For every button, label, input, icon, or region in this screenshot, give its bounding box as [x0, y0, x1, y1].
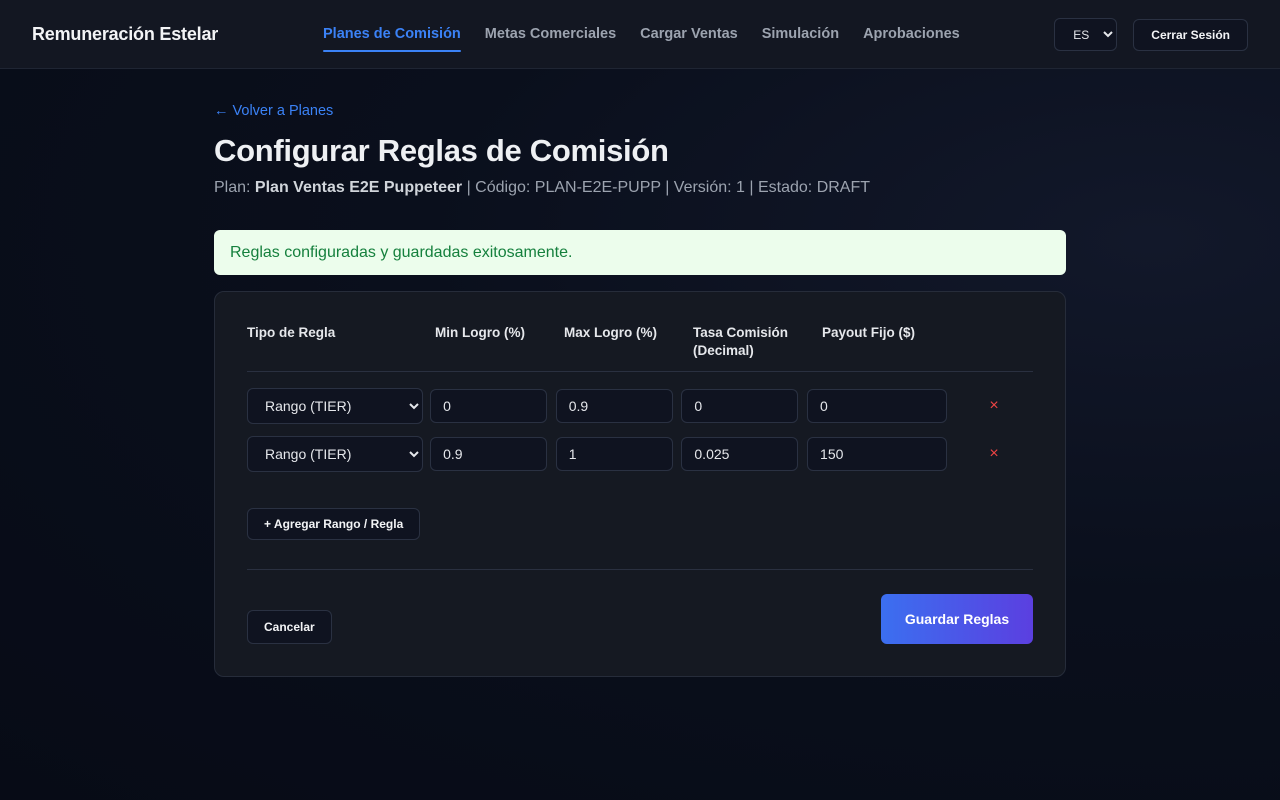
- table-row: Rango (TIER) ×: [247, 382, 1033, 430]
- page-title: Configurar Reglas de Comisión: [214, 133, 669, 168]
- plan-name: Plan Ventas E2E Puppeteer: [254, 179, 463, 196]
- header-fixed-payout: Payout Fijo ($): [822, 325, 916, 340]
- plan-prefix: Plan:: [214, 179, 255, 196]
- card-divider: [247, 569, 1033, 570]
- max-achievement-input[interactable]: [555, 437, 673, 471]
- brand-title: Remuneración Estelar: [32, 23, 219, 44]
- success-alert: Reglas configuradas y guardadas exitosam…: [214, 230, 1066, 275]
- header-commission-rate: Tasa Comisión (Decimal): [693, 325, 789, 358]
- main-content: ← Volver a Planes Configurar Reglas de C…: [214, 102, 1066, 677]
- nav-link-cargar-ventas[interactable]: Cargar Ventas: [640, 0, 738, 68]
- plan-meta: | Código: PLAN-E2E-PUPP | Versión: 1 | E…: [462, 179, 871, 196]
- plan-subtitle: Plan: Plan Ventas E2E Puppeteer | Código…: [214, 179, 1066, 197]
- top-navbar: Remuneración Estelar Planes de Comisión …: [0, 0, 1280, 69]
- add-rule-button[interactable]: + Agregar Rango / Regla: [247, 508, 421, 540]
- header-rule-type: Tipo de Regla: [247, 325, 336, 340]
- fixed-payout-input[interactable]: [807, 437, 948, 471]
- max-achievement-input[interactable]: [555, 389, 673, 423]
- cancel-button[interactable]: Cancelar: [247, 610, 332, 644]
- rules-table-header: Tipo de Regla Min Logro (%) Max Logro (%…: [247, 324, 1033, 372]
- rules-card: Tipo de Regla Min Logro (%) Max Logro (%…: [214, 291, 1066, 677]
- header-min-achievement: Min Logro (%): [435, 325, 525, 340]
- min-achievement-input[interactable]: [430, 437, 548, 471]
- language-select[interactable]: ES: [1054, 18, 1118, 51]
- remove-row-icon[interactable]: ×: [955, 397, 1033, 415]
- fixed-payout-input[interactable]: [807, 389, 948, 423]
- nav-link-planes[interactable]: Planes de Comisión: [323, 0, 461, 68]
- nav-actions: ES Cerrar Sesión: [1054, 18, 1248, 51]
- logout-button[interactable]: Cerrar Sesión: [1133, 18, 1248, 51]
- nav-link-metas[interactable]: Metas Comerciales: [485, 0, 616, 68]
- commission-rate-input[interactable]: [681, 437, 799, 471]
- commission-rate-input[interactable]: [681, 389, 799, 423]
- nav-link-aprobaciones[interactable]: Aprobaciones: [863, 0, 960, 68]
- back-to-plans-link[interactable]: ← Volver a Planes: [214, 103, 333, 119]
- rule-type-select[interactable]: Rango (TIER): [247, 388, 423, 424]
- min-achievement-input[interactable]: [430, 389, 548, 423]
- nav-link-simulacion[interactable]: Simulación: [762, 0, 839, 68]
- main-nav: Planes de Comisión Metas Comerciales Car…: [323, 0, 960, 68]
- table-row: Rango (TIER) ×: [247, 430, 1033, 478]
- rule-type-select[interactable]: Rango (TIER): [247, 436, 423, 472]
- save-rules-button[interactable]: Guardar Reglas: [881, 594, 1033, 644]
- remove-row-icon[interactable]: ×: [955, 445, 1033, 463]
- header-max-achievement: Max Logro (%): [564, 325, 657, 340]
